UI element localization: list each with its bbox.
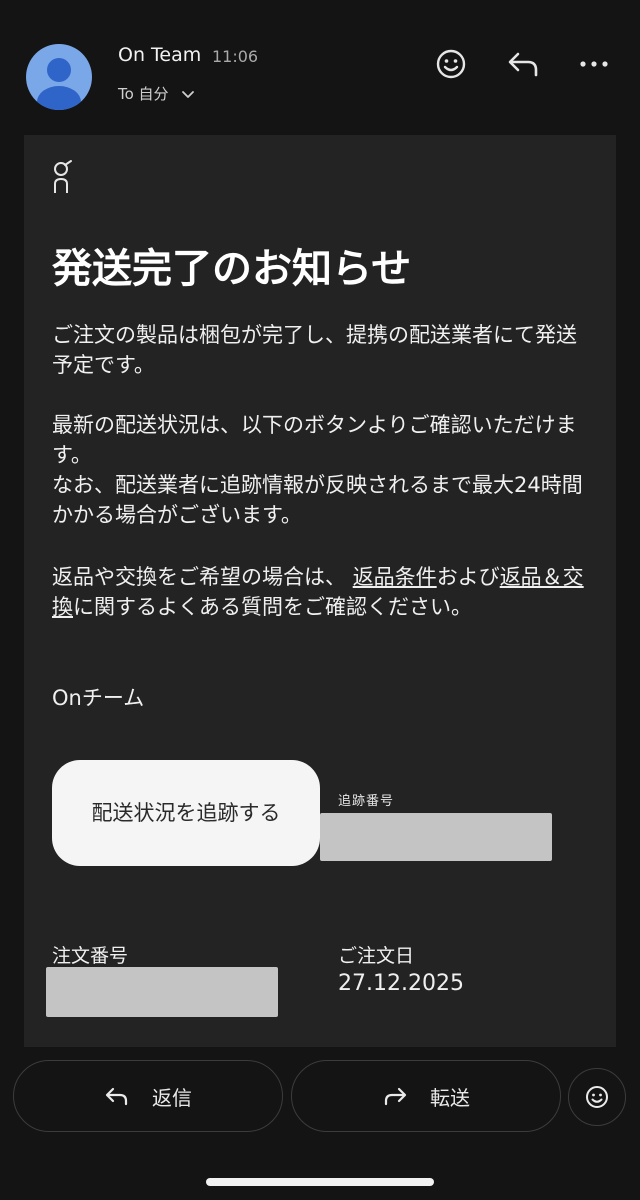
reply-label: 返信 (152, 1085, 192, 1110)
more-options-button[interactable] (574, 44, 614, 84)
home-indicator[interactable] (206, 1178, 434, 1186)
email-title: 発送完了のお知らせ (52, 246, 412, 292)
tracking-info-message: 最新の配送状況は、以下のボタンよりご確認いただけます。 なお、配送業者に追跡情報… (52, 410, 592, 530)
action-bar: 返信 転送 (0, 1058, 640, 1138)
on-logo (54, 160, 72, 193)
emoji-icon (586, 1086, 608, 1108)
order-date: 27.12.2025 (338, 971, 464, 996)
reply-icon (105, 1087, 128, 1106)
forward-label: 転送 (430, 1085, 470, 1110)
return-conditions-link[interactable]: 返品条件 (353, 565, 437, 589)
shipping-message: ご注文の製品は梱包が完了し、提携の配送業者にて発送予定です。 (52, 323, 577, 377)
sender-name: On Team (118, 44, 202, 66)
tracking-number-label: 追跡番号 (338, 794, 395, 809)
recipient-label: To 自分 (118, 85, 169, 103)
forward-button[interactable]: 転送 (291, 1060, 561, 1132)
track-shipment-button[interactable]: 配送状況を追跡する (52, 760, 320, 866)
reply-icon (508, 52, 538, 77)
emoji-reaction-button[interactable] (431, 44, 471, 84)
forward-icon (384, 1087, 407, 1106)
return-message: 返品や交換をご希望の場合は、 返品条件および返品＆交換に関するよくある質問をご確… (52, 562, 592, 622)
order-date-label: ご注文日 (338, 945, 415, 967)
avatar[interactable] (26, 44, 92, 110)
signature: Onチーム (52, 686, 145, 710)
sent-time: 11:06 (212, 47, 259, 66)
reply-button[interactable]: 返信 (13, 1060, 283, 1132)
recipient-toggle[interactable]: To 自分 (118, 83, 195, 104)
tracking-info-line-1: 最新の配送状況は、以下のボタンよりご確認いただけます。 (52, 413, 577, 467)
emoji-icon (436, 49, 466, 79)
order-number-redacted (46, 967, 278, 1017)
order-number-label: 注文番号 (52, 945, 129, 967)
tracking-info-line-2: なお、配送業者に追跡情報が反映されるまで最大24時間かかる場合がございます。 (52, 473, 583, 527)
email-body: 発送完了のお知らせ ご注文の製品は梱包が完了し、提携の配送業者にて発送予定です。… (24, 135, 616, 1047)
return-text-post: に関するよくある質問をご確認ください。 (73, 595, 472, 619)
person-icon (37, 58, 81, 110)
email-header: On Team 11:06 To 自分 (0, 0, 640, 130)
return-text-pre: 返品や交換をご希望の場合は、 (52, 565, 353, 589)
return-text-mid: および (436, 565, 500, 589)
more-icon (580, 61, 608, 67)
chevron-down-icon (181, 90, 194, 98)
emoji-reply-button[interactable] (568, 1068, 626, 1126)
tracking-number-redacted (320, 813, 552, 861)
reply-header-button[interactable] (503, 44, 543, 84)
